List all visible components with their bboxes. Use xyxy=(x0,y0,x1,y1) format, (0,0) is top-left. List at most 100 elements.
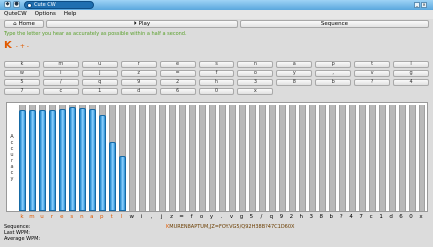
sequence-button[interactable]: Sequence xyxy=(240,20,429,28)
menu-options[interactable]: Options xyxy=(35,10,56,19)
window-menu-icon[interactable]: ◆ xyxy=(4,1,11,8)
menu-qutecw[interactable]: QuteCW xyxy=(4,10,27,19)
key-button[interactable]: c xyxy=(42,88,79,95)
window-title-tab[interactable]: Cute CW xyxy=(24,1,94,9)
key-button[interactable]: y xyxy=(276,70,313,77)
stats-panel: Sequence: Last WPM: Average WPM: xyxy=(4,224,40,242)
play-label: Play xyxy=(138,21,151,27)
key-button[interactable]: m xyxy=(42,61,79,68)
pin-icon[interactable]: ● xyxy=(13,1,20,8)
key-button[interactable]: o xyxy=(237,70,274,77)
x-tick-label: 3 xyxy=(309,214,314,220)
bar-3 xyxy=(308,105,316,211)
x-tick-label: 6 xyxy=(399,214,403,220)
bar-track xyxy=(139,105,147,211)
current-key-row: K - + - xyxy=(4,40,29,52)
key-button[interactable]: b xyxy=(315,79,352,86)
bar-a xyxy=(89,105,97,211)
key-button[interactable]: = xyxy=(159,70,196,77)
sequence-value-rest: MUREN8APTUM,JZ=FOY.VG5/Q92H38B?47C1D60X xyxy=(169,224,295,230)
key-button[interactable]: 2 xyxy=(159,79,196,86)
close-icon[interactable]: × xyxy=(421,2,427,8)
title-bar-left-controls: ◆ ● xyxy=(4,1,20,8)
key-button[interactable]: n xyxy=(237,61,274,68)
x-tick-label: z xyxy=(170,214,174,220)
key-button[interactable]: ? xyxy=(354,79,391,86)
x-tick-label: v xyxy=(229,214,234,220)
x-tick-label: 8 xyxy=(319,214,324,220)
key-button[interactable]: l xyxy=(393,61,429,68)
x-tick-label: q xyxy=(269,214,274,220)
key-button[interactable]: e xyxy=(159,61,196,68)
bar-fill xyxy=(39,110,47,211)
key-button[interactable]: 0 xyxy=(198,88,235,95)
key-button[interactable]: 3 xyxy=(237,79,274,86)
bar-track xyxy=(129,105,137,211)
key-button[interactable]: f xyxy=(198,70,235,77)
key-button[interactable]: t xyxy=(354,61,391,68)
key-button[interactable]: 8 xyxy=(276,79,313,86)
key-button[interactable]: 4 xyxy=(393,79,429,86)
bar-b xyxy=(328,105,336,211)
bar-t xyxy=(109,105,117,211)
key-button[interactable]: 7 xyxy=(4,88,40,95)
key-button[interactable]: v xyxy=(354,70,391,77)
key-button[interactable]: a xyxy=(276,61,313,68)
bar-track xyxy=(179,105,187,211)
key-button[interactable]: , xyxy=(315,70,352,77)
bar-track xyxy=(328,105,336,211)
bar-m xyxy=(29,105,37,211)
current-key-letter: K xyxy=(4,40,12,51)
key-button[interactable]: k xyxy=(4,61,40,68)
key-button[interactable]: g xyxy=(393,70,429,77)
key-button[interactable]: h xyxy=(198,79,235,86)
key-button[interactable]: 9 xyxy=(120,79,157,86)
bar-6 xyxy=(398,105,406,211)
x-tick-label: s xyxy=(70,214,74,220)
bar-fill xyxy=(29,110,37,211)
play-icon: ⏵ xyxy=(133,21,137,27)
home-button[interactable]: ⌂ Home xyxy=(4,20,44,28)
bar-fill xyxy=(19,110,27,211)
bar-i xyxy=(139,105,147,211)
minimize-icon[interactable]: _ xyxy=(414,2,420,8)
key-button[interactable]: u xyxy=(81,61,118,68)
key-button[interactable]: 5 xyxy=(4,79,40,86)
key-button[interactable]: j xyxy=(81,70,118,77)
x-tick-label: p xyxy=(100,214,104,220)
key-button[interactable]: r xyxy=(120,61,157,68)
bar-track xyxy=(348,105,356,211)
key-button[interactable]: 6 xyxy=(159,88,196,95)
bar-0 xyxy=(408,105,416,211)
key-button[interactable]: q xyxy=(81,79,118,86)
key-button[interactable]: / xyxy=(42,79,79,86)
x-tick-label: j xyxy=(160,214,163,220)
bar-9 xyxy=(278,105,286,211)
bar-track xyxy=(219,105,226,211)
bar-x xyxy=(418,105,426,211)
bar-2 xyxy=(288,105,296,211)
bar-o xyxy=(199,105,207,211)
bar-track xyxy=(258,105,266,211)
key-button[interactable]: w xyxy=(4,70,40,77)
key-button[interactable]: s xyxy=(198,61,235,68)
menu-help[interactable]: Help xyxy=(64,10,77,19)
typed-input[interactable]: - + - xyxy=(16,43,29,50)
toolbar: ⌂ Home ⏵ Play Sequence xyxy=(0,19,433,29)
x-tick-label: x xyxy=(419,214,423,220)
key-button[interactable]: d xyxy=(120,88,157,95)
bar-fill xyxy=(69,107,77,211)
bar-track xyxy=(278,105,286,211)
key-button[interactable]: z xyxy=(120,70,157,77)
x-tick-label: h xyxy=(299,214,304,220)
key-button[interactable]: x xyxy=(237,88,274,95)
accuracy-chart: Accuracy xyxy=(6,102,428,212)
bar-track xyxy=(228,105,236,211)
bar-j xyxy=(159,105,167,211)
play-button[interactable]: ⏵ Play xyxy=(46,20,238,28)
key-button[interactable]: i xyxy=(42,70,79,77)
key-button[interactable]: 1 xyxy=(81,88,118,95)
chart-bars xyxy=(18,105,426,211)
key-button[interactable]: p xyxy=(315,61,352,68)
x-tick-label: c xyxy=(369,214,373,220)
